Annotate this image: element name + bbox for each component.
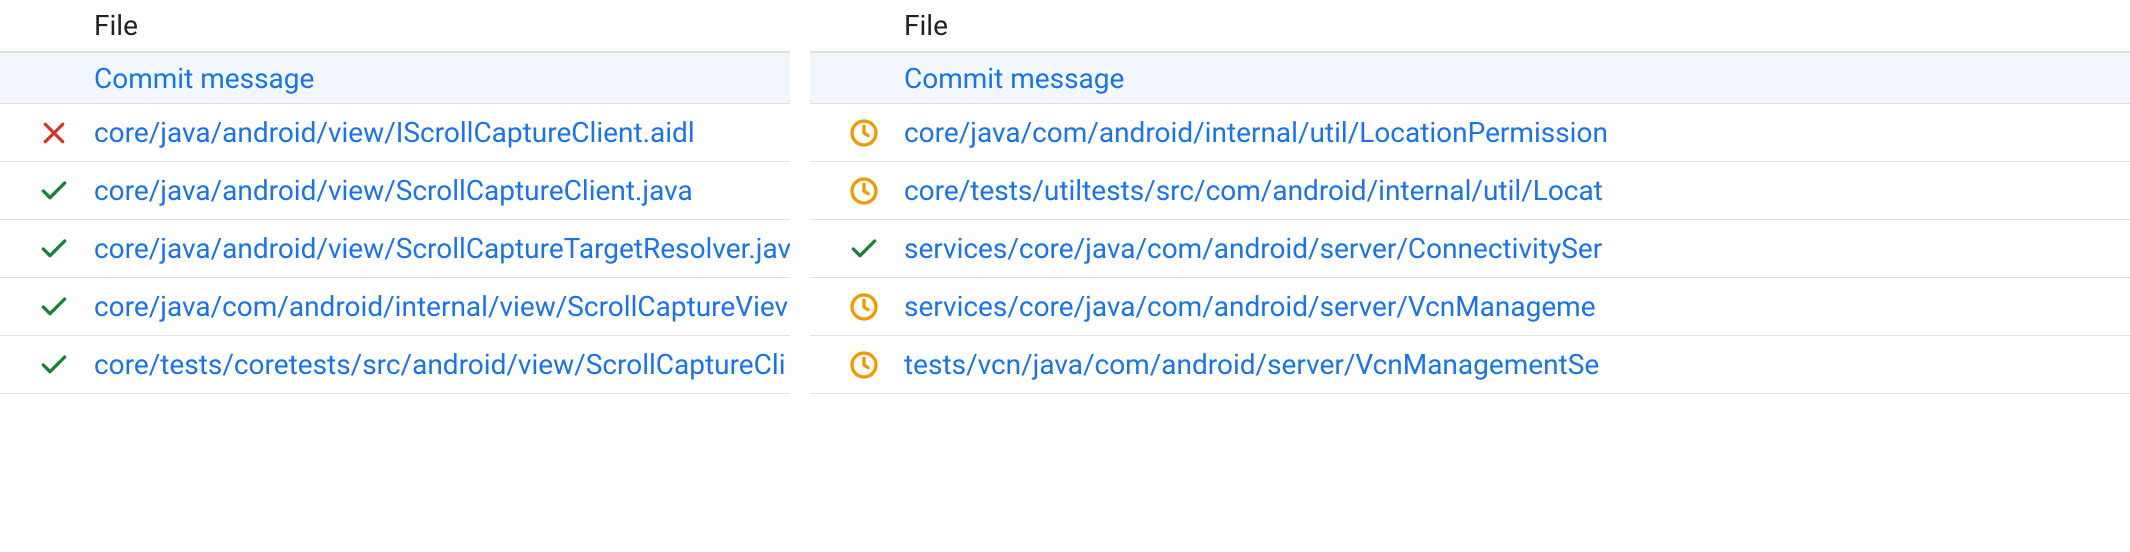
commit-message-link[interactable]: Commit message <box>94 62 790 95</box>
file-row: core/java/android/view/ScrollCaptureTarg… <box>0 220 790 278</box>
status-icon-cell <box>14 349 94 381</box>
file-path-link[interactable]: core/java/android/view/ScrollCaptureTarg… <box>94 232 790 265</box>
status-icon-cell <box>14 291 94 323</box>
column-header-file: File <box>904 9 2130 42</box>
file-row: core/java/android/view/IScrollCaptureCli… <box>0 104 790 162</box>
check-icon <box>38 349 70 381</box>
file-row: services/core/java/com/android/server/Co… <box>810 220 2130 278</box>
file-panel-left: File Commit message core/java/android/vi… <box>0 0 790 552</box>
file-path-link[interactable]: services/core/java/com/android/server/Vc… <box>904 290 1596 323</box>
file-path-link[interactable]: core/java/android/view/ScrollCaptureClie… <box>94 174 693 207</box>
status-icon-cell <box>824 291 904 323</box>
commit-message-row[interactable]: Commit message <box>0 52 790 104</box>
status-icon-cell <box>824 175 904 207</box>
clock-icon <box>848 349 880 381</box>
file-list-left: core/java/android/view/IScrollCaptureCli… <box>0 104 790 394</box>
column-header-file: File <box>94 9 790 42</box>
check-icon <box>38 233 70 265</box>
check-icon <box>38 175 70 207</box>
check-icon <box>38 291 70 323</box>
file-path-link[interactable]: core/tests/utiltests/src/com/android/int… <box>904 174 1603 207</box>
commit-message-row[interactable]: Commit message <box>810 52 2130 104</box>
status-icon-cell <box>14 175 94 207</box>
status-icon-cell <box>824 349 904 381</box>
file-path-link[interactable]: tests/vcn/java/com/android/server/VcnMan… <box>904 348 1599 381</box>
column-header-row: File <box>0 0 790 52</box>
file-list-right: core/java/com/android/internal/util/Loca… <box>810 104 2130 394</box>
panel-gap <box>790 0 810 552</box>
status-icon-cell <box>14 118 94 148</box>
file-path-link[interactable]: core/java/com/android/internal/util/Loca… <box>904 116 1608 149</box>
status-icon-cell <box>824 117 904 149</box>
check-icon <box>848 233 880 265</box>
status-icon-cell <box>824 233 904 265</box>
clock-icon <box>848 117 880 149</box>
status-icon-cell <box>14 233 94 265</box>
column-header-row: File <box>810 0 2130 52</box>
file-path-link[interactable]: services/core/java/com/android/server/Co… <box>904 232 1602 265</box>
clock-icon <box>848 175 880 207</box>
file-row: core/java/android/view/ScrollCaptureClie… <box>0 162 790 220</box>
x-icon <box>39 118 69 148</box>
file-row: core/tests/utiltests/src/com/android/int… <box>810 162 2130 220</box>
file-path-link[interactable]: core/java/android/view/IScrollCaptureCli… <box>94 116 695 149</box>
file-row: tests/vcn/java/com/android/server/VcnMan… <box>810 336 2130 394</box>
file-path-link[interactable]: core/tests/coretests/src/android/view/Sc… <box>94 348 786 381</box>
file-row: core/java/com/android/internal/util/Loca… <box>810 104 2130 162</box>
file-row: core/tests/coretests/src/android/view/Sc… <box>0 336 790 394</box>
file-row: core/java/com/android/internal/view/Scro… <box>0 278 790 336</box>
file-path-link[interactable]: core/java/com/android/internal/view/Scro… <box>94 290 788 323</box>
clock-icon <box>848 291 880 323</box>
commit-message-link[interactable]: Commit message <box>904 62 2130 95</box>
file-panel-right: File Commit message core/java/com/androi… <box>810 0 2130 552</box>
file-row: services/core/java/com/android/server/Vc… <box>810 278 2130 336</box>
